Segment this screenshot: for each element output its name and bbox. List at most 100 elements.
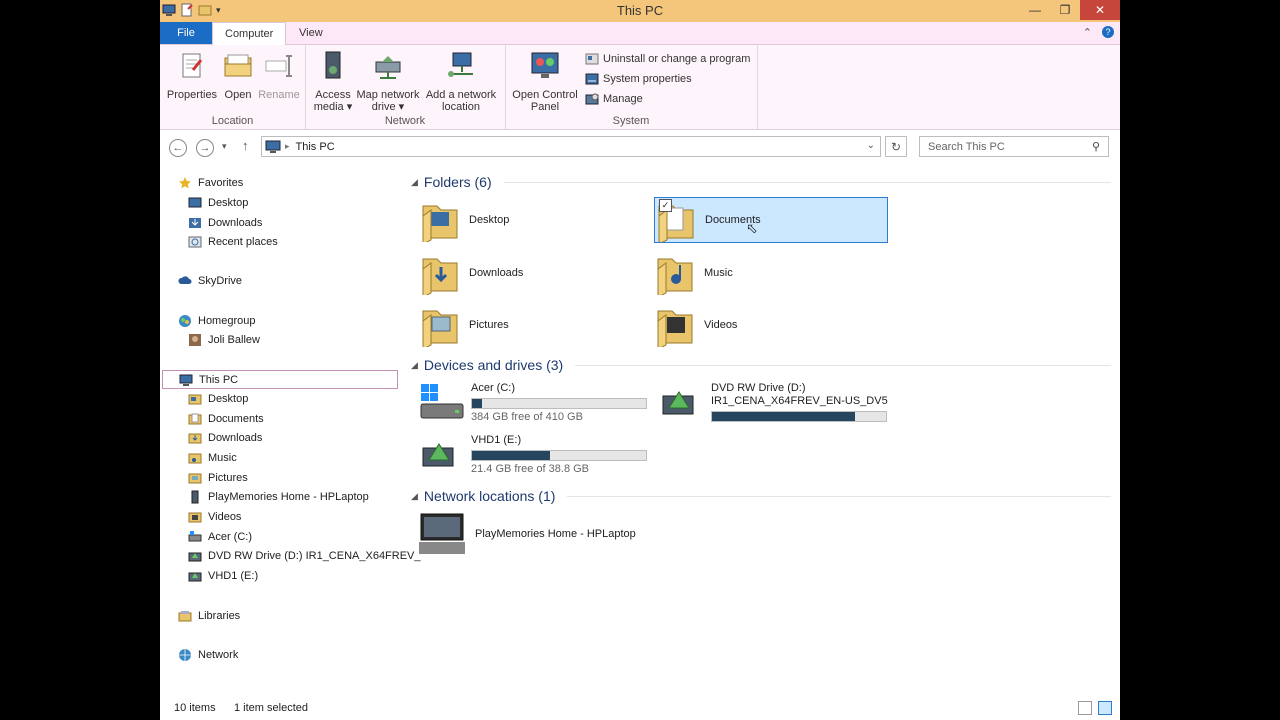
- collapse-triangle-icon[interactable]: ◢: [411, 360, 418, 371]
- drive-tile-dvd[interactable]: DVD RW Drive (D:) IR1_CENA_X64FREV_EN-US…: [659, 382, 888, 424]
- network-icon: [179, 649, 191, 661]
- add-network-location-button[interactable]: Add a network location: [423, 50, 499, 113]
- map-network-drive-label: Map network drive ▾: [356, 89, 420, 113]
- nav-pc-pictures[interactable]: Pictures: [188, 469, 248, 487]
- folder-tile-documents[interactable]: ✓ Documents ⬁: [654, 197, 888, 243]
- rename-button[interactable]: Rename: [258, 50, 300, 101]
- section-devices-title: Devices and drives (3): [423, 357, 564, 373]
- breadcrumb-separator-icon[interactable]: ▸: [285, 141, 290, 152]
- tab-computer[interactable]: Computer: [212, 22, 287, 45]
- folder-name-desktop: Desktop: [469, 214, 510, 226]
- manage-button[interactable]: Manage: [585, 90, 643, 108]
- recent-locations-chevron-icon[interactable]: ▾: [222, 141, 227, 152]
- documents-folder-icon: [188, 413, 202, 425]
- collapse-ribbon-icon[interactable]: ⌃: [1083, 26, 1092, 39]
- dvd-drive-icon: [188, 552, 202, 562]
- drive-usage-bar-dvd: [711, 411, 887, 422]
- folder-name-videos: Videos: [704, 319, 738, 331]
- nav-pc-music[interactable]: Music: [188, 449, 237, 467]
- section-folders[interactable]: ◢ Folders (6): [411, 174, 1111, 190]
- system-properties-label: System properties: [603, 73, 692, 85]
- collapse-triangle-icon[interactable]: ◢: [411, 177, 418, 188]
- manage-icon: [585, 93, 599, 105]
- access-media-button[interactable]: Access media ▾: [313, 50, 353, 113]
- nav-pc-videos-label: Videos: [208, 511, 242, 523]
- drive-name-dvd: DVD RW Drive (D:): [711, 382, 806, 394]
- open-control-panel-button[interactable]: Open Control Panel: [509, 50, 581, 113]
- folder-tile-pictures[interactable]: Pictures: [419, 302, 649, 348]
- search-box[interactable]: Search This PC ⚲: [919, 136, 1109, 157]
- nav-desktop-label: Desktop: [208, 197, 249, 209]
- drive-tile-acer[interactable]: Acer (C:) 384 GB free of 410 GB: [419, 382, 647, 423]
- window-controls: — ❐ ✕: [1020, 0, 1120, 20]
- nav-homegroup[interactable]: Homegroup: [178, 312, 255, 330]
- properties-button[interactable]: Properties: [166, 50, 218, 101]
- nav-pc-dvd-label: DVD RW Drive (D:) IR1_CENA_X64FREV_: [208, 550, 421, 562]
- nav-pc-vhd1-label: VHD1 (E:): [208, 570, 259, 582]
- network-name-playmemories: PlayMemories Home - HPLaptop: [475, 528, 636, 540]
- search-icon[interactable]: ⚲: [1092, 140, 1100, 153]
- nav-recent-places[interactable]: Recent places: [188, 233, 278, 251]
- section-network-locations[interactable]: ◢ Network locations (1): [411, 488, 1111, 504]
- nav-pc-vhd1[interactable]: VHD1 (E:): [188, 567, 258, 585]
- nav-skydrive[interactable]: SkyDrive: [178, 272, 242, 290]
- folder-name-pictures: Pictures: [469, 319, 509, 331]
- drive-free-vhd1: 21.4 GB free of 38.8 GB: [471, 463, 590, 475]
- folder-tile-videos[interactable]: Videos: [654, 302, 888, 348]
- forward-button[interactable]: →: [196, 139, 214, 157]
- nav-favorites[interactable]: Favorites: [178, 174, 243, 192]
- downloads-folder-icon: [422, 258, 458, 295]
- nav-joli-ballew[interactable]: Joli Ballew: [188, 331, 260, 349]
- nav-pc-downloads[interactable]: Downloads: [188, 429, 262, 447]
- section-devices[interactable]: ◢ Devices and drives (3): [411, 357, 1111, 373]
- breadcrumb-this-pc[interactable]: This PC: [296, 141, 335, 153]
- system-properties-button[interactable]: System properties: [585, 70, 692, 88]
- restore-button[interactable]: ❐: [1050, 0, 1080, 20]
- tab-file[interactable]: File: [160, 22, 212, 44]
- nav-pc-desktop[interactable]: Desktop: [188, 390, 248, 408]
- status-item-count: 10 items: [174, 702, 216, 714]
- section-divider: [503, 181, 1111, 183]
- nav-libraries[interactable]: Libraries: [178, 607, 240, 625]
- back-button[interactable]: ←: [169, 139, 187, 157]
- uninstall-program-button[interactable]: Uninstall or change a program: [585, 50, 750, 68]
- open-button[interactable]: Open: [220, 50, 256, 101]
- up-button[interactable]: ↑: [242, 138, 249, 153]
- drive-tile-vhd1[interactable]: VHD1 (E:) 21.4 GB free of 38.8 GB: [419, 434, 647, 475]
- nav-pc-documents[interactable]: Documents: [188, 410, 264, 428]
- nav-network[interactable]: Network: [178, 646, 238, 664]
- address-dropdown-icon[interactable]: ⌄: [867, 140, 875, 151]
- tab-view[interactable]: View: [287, 22, 335, 44]
- network-tile-playmemories[interactable]: PlayMemories Home - HPLaptop: [419, 511, 719, 557]
- close-button[interactable]: ✕: [1080, 0, 1120, 20]
- hard-drive-icon: [188, 531, 202, 542]
- collapse-triangle-icon[interactable]: ◢: [411, 491, 418, 502]
- minimize-button[interactable]: —: [1020, 0, 1050, 20]
- folder-tile-desktop[interactable]: Desktop: [419, 197, 649, 243]
- refresh-button[interactable]: ↻: [885, 136, 907, 157]
- help-icon[interactable]: ?: [1102, 26, 1114, 38]
- nav-pc-playmemories[interactable]: PlayMemories Home - HPLaptop: [188, 488, 369, 506]
- manage-label: Manage: [603, 93, 643, 105]
- drive-usage-fill-acer: [472, 399, 483, 408]
- map-network-drive-button[interactable]: Map network drive ▾: [355, 50, 421, 113]
- nav-pc-videos[interactable]: Videos: [188, 508, 241, 526]
- control-panel-icon: [531, 52, 559, 78]
- nav-pc-acer[interactable]: Acer (C:): [188, 528, 252, 546]
- folder-tile-music[interactable]: Music: [654, 250, 888, 296]
- nav-this-pc-label: This PC: [199, 373, 239, 386]
- tiles-view-icon[interactable]: [1098, 701, 1112, 715]
- title-bar: ▾ This PC — ❐ ✕: [160, 0, 1120, 22]
- nav-this-pc[interactable]: This PC: [162, 370, 398, 389]
- nav-desktop[interactable]: Desktop: [188, 194, 248, 212]
- folder-name-music: Music: [704, 267, 733, 279]
- nav-pc-dvd[interactable]: DVD RW Drive (D:) IR1_CENA_X64FREV_: [188, 547, 421, 565]
- nav-downloads[interactable]: Downloads: [188, 214, 262, 232]
- drive-usage-bar-vhd1: [471, 450, 647, 461]
- address-field[interactable]: ▸ This PC ⌄: [261, 136, 881, 157]
- hard-drive-icon: [420, 384, 464, 419]
- computer-icon: [179, 374, 193, 386]
- selection-checkbox[interactable]: ✓: [659, 199, 672, 212]
- details-view-icon[interactable]: [1078, 701, 1092, 715]
- folder-tile-downloads[interactable]: Downloads: [419, 250, 649, 296]
